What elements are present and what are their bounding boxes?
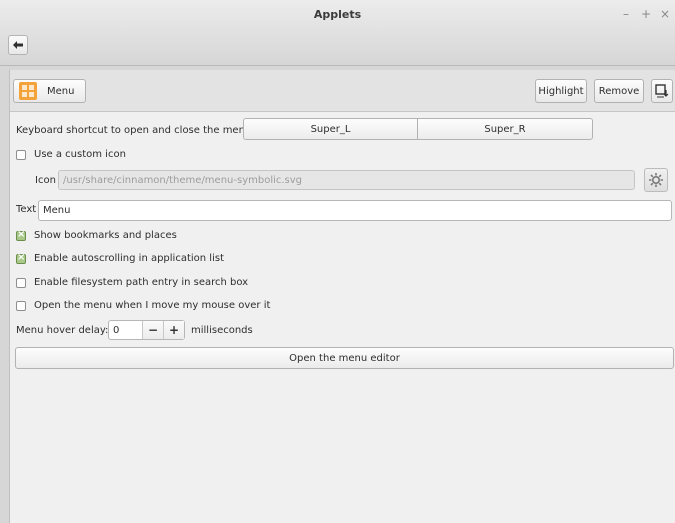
- bookmarks-label: Show bookmarks and places: [34, 230, 177, 241]
- icon-chooser-button[interactable]: [644, 168, 668, 192]
- maximize-button[interactable]: +: [639, 7, 653, 21]
- applets-window: Applets – + × Menu Highlight Remove Keyb…: [0, 0, 675, 523]
- filesystem-row[interactable]: Enable filesystem path entry in search b…: [16, 277, 248, 288]
- minimize-button[interactable]: –: [619, 7, 633, 21]
- shortcut-primary-button[interactable]: Super_L: [243, 118, 418, 140]
- autoscroll-checkbox[interactable]: [16, 252, 26, 264]
- hover-delay-stepper[interactable]: 0 − +: [108, 320, 185, 340]
- shortcut-row: Keyboard shortcut to open and close the …: [16, 125, 251, 136]
- highlight-button[interactable]: Highlight: [535, 79, 587, 103]
- gear-icon: [649, 173, 663, 187]
- hover-open-row[interactable]: Open the menu when I move my mouse over …: [16, 300, 270, 311]
- export-icon: [655, 84, 669, 98]
- filesystem-label: Enable filesystem path entry in search b…: [34, 277, 249, 288]
- custom-icon-row[interactable]: Use a custom icon: [16, 149, 126, 160]
- open-menu-editor-button[interactable]: Open the menu editor: [15, 347, 674, 369]
- title-bar: Applets – + ×: [0, 0, 675, 66]
- hover-open-checkbox[interactable]: [16, 300, 26, 311]
- menu-text-field[interactable]: Menu: [38, 200, 672, 221]
- text-label: Text: [16, 204, 37, 215]
- hover-delay-increment[interactable]: +: [163, 321, 184, 339]
- icon-row: Icon: [35, 175, 56, 186]
- hover-delay-row: Menu hover delay:: [16, 325, 108, 336]
- close-button[interactable]: ×: [658, 7, 672, 21]
- icon-label: Icon: [35, 175, 56, 186]
- applet-toolbar: Menu Highlight Remove: [10, 70, 675, 112]
- bookmarks-checkbox[interactable]: [16, 229, 26, 241]
- text-row: Text: [16, 204, 36, 215]
- bookmarks-row[interactable]: Show bookmarks and places: [16, 229, 177, 241]
- remove-button[interactable]: Remove: [594, 79, 644, 103]
- autoscroll-label: Enable autoscrolling in application list: [34, 253, 224, 264]
- filesystem-checkbox[interactable]: [16, 277, 26, 288]
- icon-path-field[interactable]: /usr/share/cinnamon/theme/menu-symbolic.…: [58, 170, 635, 190]
- back-button[interactable]: [8, 35, 28, 55]
- hover-delay-decrement[interactable]: −: [142, 321, 163, 339]
- autoscroll-row[interactable]: Enable autoscrolling in application list: [16, 252, 224, 264]
- hover-delay-unit-row: milliseconds: [191, 325, 253, 336]
- shortcut-secondary-button[interactable]: Super_R: [417, 118, 593, 140]
- hover-open-label: Open the menu when I move my mouse over …: [34, 300, 271, 311]
- custom-icon-label: Use a custom icon: [34, 149, 126, 160]
- back-arrow-icon: [13, 41, 23, 49]
- menu-applet-icon: [19, 82, 37, 100]
- hover-delay-label: Menu hover delay:: [16, 325, 109, 336]
- hover-delay-value[interactable]: 0: [109, 321, 142, 339]
- window-title: Applets: [313, 8, 362, 21]
- more-options-button[interactable]: [651, 79, 673, 103]
- hover-delay-unit: milliseconds: [191, 325, 253, 336]
- custom-icon-checkbox[interactable]: [16, 149, 26, 160]
- shortcut-label: Keyboard shortcut to open and close the …: [16, 125, 252, 136]
- applet-menu-label: Menu: [47, 85, 75, 97]
- applet-menu-button[interactable]: Menu: [13, 79, 86, 103]
